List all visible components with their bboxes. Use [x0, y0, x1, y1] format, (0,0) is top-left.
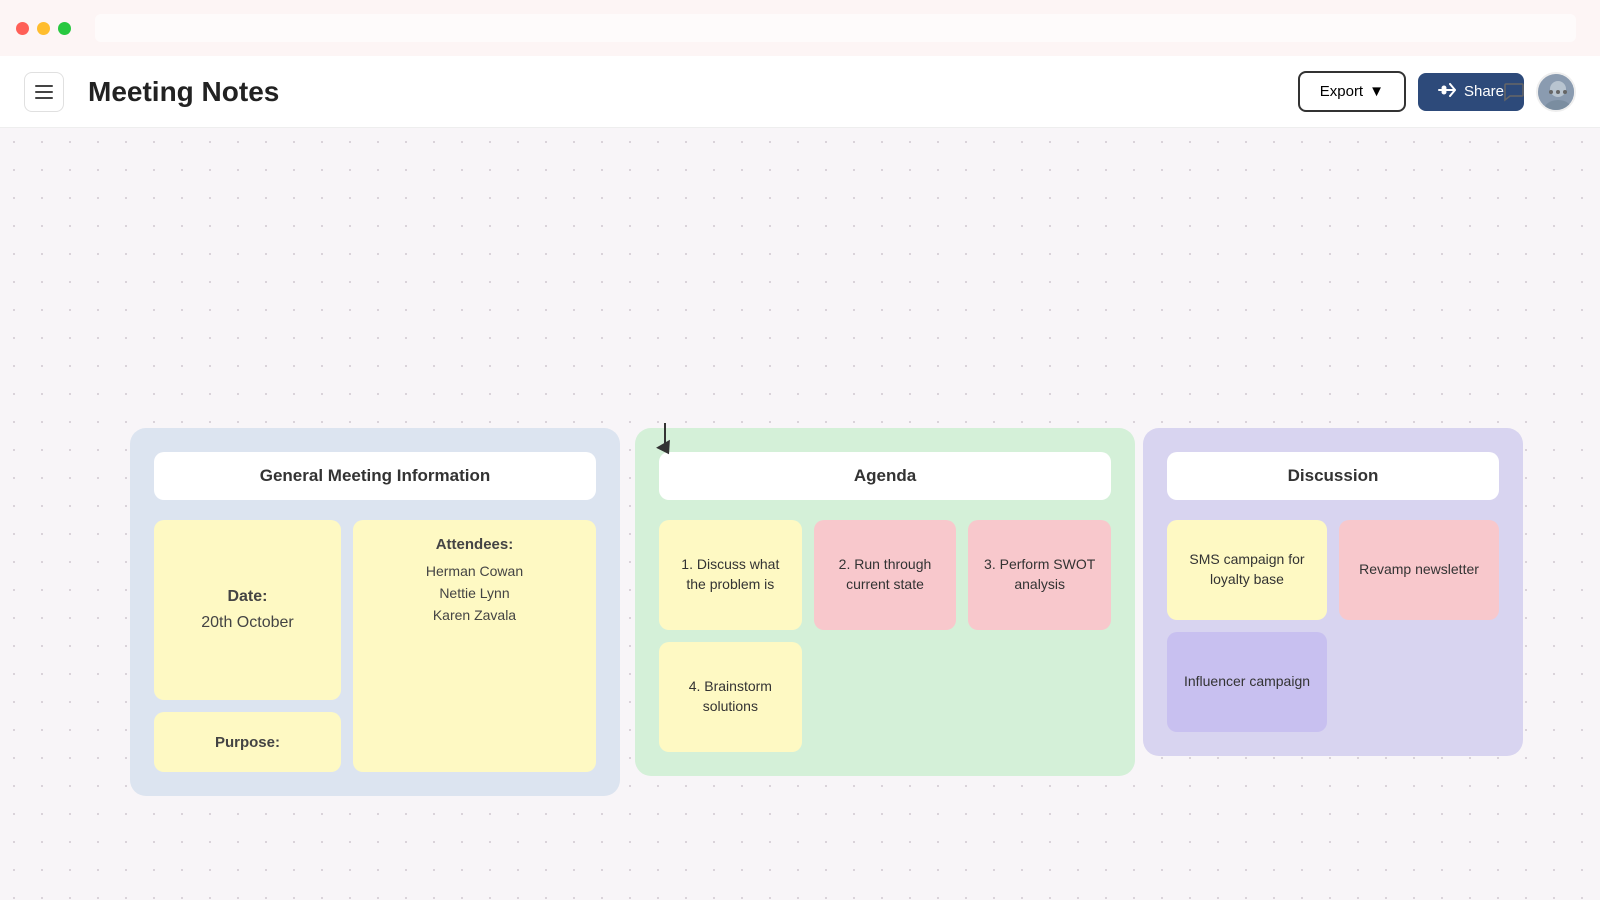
discussion-card: Discussion SMS campaign for loyalty base… [1143, 428, 1523, 756]
agenda-header: Agenda [659, 452, 1111, 500]
attendee-1: Herman Cowan [369, 563, 580, 579]
meeting-info-body: Date: 20th October Purpose: Attendees: H… [154, 520, 596, 772]
address-bar[interactable] [95, 14, 1576, 42]
right-icons [1496, 74, 1576, 110]
attendee-3: Karen Zavala [369, 607, 580, 623]
meeting-info-card: General Meeting Information Date: 20th O… [130, 428, 620, 796]
hamburger-icon [35, 85, 53, 87]
agenda-card: Agenda 1. Discuss what the problem is 2.… [635, 428, 1135, 776]
agenda-item-2[interactable]: 2. Run through current state [814, 520, 957, 630]
agenda-grid: 1. Discuss what the problem is 2. Run th… [659, 520, 1111, 752]
traffic-lights [16, 22, 71, 35]
date-value: 20th October [201, 614, 294, 632]
export-button[interactable]: Export ▼ [1298, 71, 1406, 112]
canvas[interactable]: General Meeting Information Date: 20th O… [0, 128, 1600, 900]
minimize-button[interactable] [37, 22, 50, 35]
discussion-item-3[interactable]: Influencer campaign [1167, 632, 1327, 732]
toolbar: Meeting Notes Export ▼ Share [0, 56, 1600, 128]
hamburger-icon [35, 97, 53, 99]
discussion-header: Discussion [1167, 452, 1499, 500]
attendees-sticky: Attendees: Herman Cowan Nettie Lynn Kare… [353, 520, 596, 772]
meeting-date-section: Date: 20th October Purpose: [154, 520, 341, 772]
title-bar [0, 0, 1600, 56]
discussion-grid: SMS campaign for loyalty base Revamp new… [1167, 520, 1499, 732]
meeting-attendees-section: Attendees: Herman Cowan Nettie Lynn Kare… [353, 520, 596, 772]
attendees-title: Attendees: [369, 536, 580, 553]
page-title: Meeting Notes [88, 76, 1282, 108]
agenda-item-4[interactable]: 4. Brainstorm solutions [659, 642, 802, 752]
export-label: Export [1320, 83, 1363, 100]
date-label: Date: [227, 588, 267, 606]
purpose-label: Purpose: [215, 734, 280, 751]
hamburger-icon [35, 91, 53, 93]
attendee-2: Nettie Lynn [369, 585, 580, 601]
more-options-icon[interactable] [1540, 74, 1576, 110]
agenda-item-3[interactable]: 3. Perform SWOT analysis [968, 520, 1111, 630]
discussion-item-1[interactable]: SMS campaign for loyalty base [1167, 520, 1327, 620]
chevron-down-icon: ▼ [1369, 83, 1384, 100]
share-icon [1438, 83, 1456, 101]
close-button[interactable] [16, 22, 29, 35]
discussion-item-2[interactable]: Revamp newsletter [1339, 520, 1499, 620]
menu-button[interactable] [24, 72, 64, 112]
maximize-button[interactable] [58, 22, 71, 35]
date-sticky: Date: 20th October [154, 520, 341, 700]
comment-icon[interactable] [1496, 74, 1532, 110]
agenda-item-1[interactable]: 1. Discuss what the problem is [659, 520, 802, 630]
meeting-info-header: General Meeting Information [154, 452, 596, 500]
purpose-sticky: Purpose: [154, 712, 341, 772]
